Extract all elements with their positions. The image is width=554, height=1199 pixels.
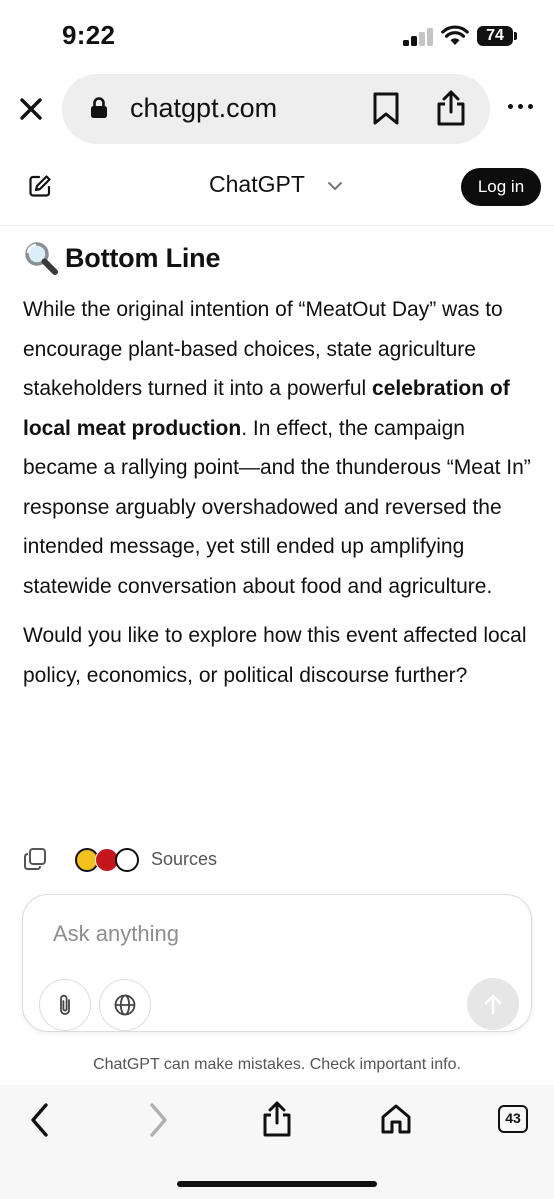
web-search-button[interactable] bbox=[99, 979, 151, 1031]
browser-address-row: chatgpt.com bbox=[0, 70, 554, 146]
attach-button[interactable] bbox=[39, 979, 91, 1031]
source-favicon-eye-icon bbox=[115, 848, 139, 872]
magnifier-emoji-icon bbox=[23, 240, 59, 276]
copy-icon[interactable] bbox=[23, 847, 47, 871]
new-chat-icon[interactable] bbox=[28, 174, 52, 198]
lock-icon bbox=[91, 97, 107, 118]
status-bar: 9:22 74 bbox=[0, 0, 554, 70]
share-icon[interactable] bbox=[261, 1100, 293, 1138]
close-icon[interactable] bbox=[16, 94, 46, 124]
paperclip-icon bbox=[60, 994, 70, 1015]
ask-input[interactable] bbox=[53, 921, 473, 947]
follow-up-question: Would you like to explore how this event… bbox=[23, 624, 527, 687]
paragraph-text-continued: . In effect, the campaign became a rally… bbox=[23, 416, 531, 598]
composer bbox=[22, 894, 532, 1032]
battery-tip bbox=[514, 32, 517, 40]
arrow-up-icon bbox=[484, 994, 502, 1015]
signal-icon bbox=[403, 28, 435, 46]
assistant-message: Bottom Line While the original intention… bbox=[23, 232, 535, 695]
home-indicator bbox=[177, 1181, 377, 1187]
heading-text: Bottom Line bbox=[65, 242, 221, 273]
app-header: ChatGPT Log in bbox=[0, 150, 554, 226]
battery-indicator: 74 bbox=[477, 26, 513, 46]
message-actions: Sources bbox=[23, 842, 323, 878]
screen: 9:22 74 chatgpt.com ChatGPT Log in Botto… bbox=[0, 0, 554, 1199]
status-time: 9:22 bbox=[62, 20, 116, 50]
back-icon[interactable] bbox=[28, 1102, 52, 1138]
share-icon[interactable] bbox=[435, 89, 467, 127]
browser-toolbar: 43 bbox=[0, 1085, 554, 1199]
home-icon[interactable] bbox=[380, 1103, 412, 1135]
section-heading: Bottom Line bbox=[23, 232, 535, 284]
model-selector[interactable]: ChatGPT bbox=[209, 171, 305, 198]
disclaimer-text: ChatGPT can make mistakes. Check importa… bbox=[93, 1056, 461, 1073]
wifi-icon bbox=[441, 25, 469, 45]
globe-icon bbox=[114, 994, 136, 1016]
address-bar[interactable]: chatgpt.com bbox=[62, 74, 490, 144]
forward-icon[interactable] bbox=[146, 1102, 170, 1138]
chevron-down-icon[interactable] bbox=[327, 181, 343, 191]
message-paragraph: While the original intention of “MeatOut… bbox=[23, 290, 535, 606]
login-button[interactable]: Log in bbox=[461, 168, 541, 206]
url-text: chatgpt.com bbox=[130, 93, 278, 123]
sources-favicons[interactable] bbox=[75, 848, 141, 874]
sources-button[interactable]: Sources bbox=[151, 849, 217, 870]
more-icon[interactable] bbox=[508, 104, 533, 109]
tabs-button[interactable]: 43 bbox=[498, 1105, 528, 1133]
send-button[interactable] bbox=[467, 978, 519, 1030]
bookmark-icon[interactable] bbox=[372, 92, 400, 126]
